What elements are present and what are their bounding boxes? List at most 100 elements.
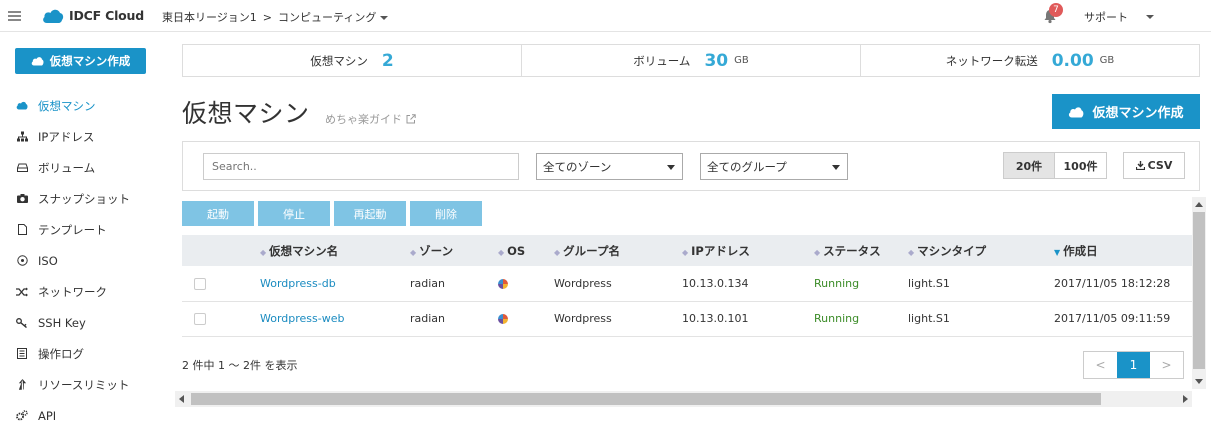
scroll-right-arrow-icon[interactable] bbox=[1183, 395, 1188, 403]
vm-name-link[interactable]: Wordpress-web bbox=[260, 301, 410, 336]
sidebar-item-vm[interactable]: 仮想マシン bbox=[0, 90, 160, 121]
filter-bar: 全てのゾーン 全てのグループ 20件 100件 CSV bbox=[182, 141, 1200, 191]
sitemap-icon bbox=[16, 131, 28, 143]
pagination: < 1 > bbox=[1083, 351, 1184, 379]
summary-network: ネットワーク転送 0.00 GB bbox=[861, 45, 1199, 76]
vm-group: Wordpress bbox=[554, 276, 612, 290]
hamburger-menu-icon[interactable] bbox=[8, 11, 21, 21]
vertical-scrollbar[interactable] bbox=[1192, 197, 1206, 389]
restart-button[interactable]: 再起動 bbox=[334, 201, 406, 226]
sidebar-item-label: SSH Key bbox=[38, 315, 86, 330]
vm-zone: radian bbox=[410, 312, 446, 325]
sidebar-item-template[interactable]: テンプレート bbox=[0, 214, 160, 245]
summary-volume-value: 30 bbox=[704, 50, 729, 71]
service-dropdown[interactable]: コンピューティング bbox=[278, 9, 389, 25]
vm-type: light.S1 bbox=[908, 276, 950, 290]
sort-icon: ◆ bbox=[554, 247, 561, 257]
sidebar-item-volume[interactable]: ボリューム bbox=[0, 152, 160, 183]
page-size-100-button[interactable]: 100件 bbox=[1055, 153, 1106, 178]
vm-status: Running bbox=[814, 276, 860, 290]
sidebar-item-log[interactable]: 操作ログ bbox=[0, 338, 160, 369]
page-size-toggle: 20件 100件 bbox=[1003, 152, 1107, 179]
header-label: 仮想マシン名 bbox=[269, 243, 339, 258]
horizontal-scrollbar[interactable] bbox=[175, 391, 1192, 407]
pager-page-1[interactable]: 1 bbox=[1117, 352, 1150, 378]
cloud-icon bbox=[31, 57, 44, 66]
sidebar-item-label: ネットワーク bbox=[38, 284, 107, 299]
cloud-icon bbox=[1069, 106, 1084, 117]
camera-icon bbox=[16, 193, 28, 205]
scrollbar-thumb[interactable] bbox=[1193, 212, 1205, 369]
chevron-down-icon bbox=[1146, 15, 1154, 19]
start-button[interactable]: 起動 bbox=[182, 201, 254, 226]
select-all-header bbox=[182, 235, 260, 266]
sidebar-create-vm-label: 仮想マシン作成 bbox=[49, 54, 131, 68]
sort-created-header[interactable]: ▼ 作成日 bbox=[1054, 235, 1192, 266]
stop-button[interactable]: 停止 bbox=[258, 201, 330, 226]
sidebar-item-resource-limit[interactable]: リソースリミット bbox=[0, 369, 160, 400]
header-label: OS bbox=[507, 243, 526, 258]
sidebar-item-network[interactable]: ネットワーク bbox=[0, 276, 160, 307]
sort-zone-header[interactable]: ◆ ゾーン bbox=[410, 235, 498, 266]
pager-next-button[interactable]: > bbox=[1150, 352, 1183, 378]
scrollbar-thumb[interactable] bbox=[191, 393, 1101, 405]
zone-select[interactable]: 全てのゾーン bbox=[536, 153, 683, 180]
sidebar-item-sshkey[interactable]: SSH Key bbox=[0, 307, 160, 338]
breadcrumb: 東日本リージョン1 > コンピューティング bbox=[162, 9, 389, 25]
sort-name-header[interactable]: ◆ 仮想マシン名 bbox=[260, 235, 410, 266]
scroll-left-arrow-icon[interactable] bbox=[179, 395, 184, 403]
sidebar-item-ip[interactable]: IPアドレス bbox=[0, 121, 160, 152]
download-icon bbox=[1135, 161, 1145, 170]
vm-status: Running bbox=[814, 312, 860, 325]
guide-link[interactable]: めちゃ楽ガイド bbox=[325, 111, 416, 127]
row-checkbox[interactable] bbox=[194, 277, 206, 290]
breadcrumb-separator: > bbox=[262, 10, 272, 24]
table-row[interactable]: Wordpress-db radian Wordpress 10.13.0.13… bbox=[182, 266, 1192, 301]
table-row[interactable]: Wordpress-web radian Wordpress 10.13.0.1… bbox=[182, 301, 1192, 336]
pager-prev-button[interactable]: < bbox=[1084, 352, 1117, 378]
sidebar-create-vm-button[interactable]: 仮想マシン作成 bbox=[15, 48, 146, 74]
header-label: ゾーン bbox=[419, 243, 454, 258]
scroll-down-arrow-icon[interactable] bbox=[1195, 379, 1203, 384]
sidebar-item-label: ISO bbox=[38, 253, 58, 268]
file-icon bbox=[16, 224, 28, 236]
csv-download-button[interactable]: CSV bbox=[1123, 152, 1185, 179]
sidebar-item-api[interactable]: API bbox=[0, 400, 160, 424]
sort-os-header[interactable]: ◆ OS bbox=[498, 235, 554, 266]
group-select[interactable]: 全てのグループ bbox=[700, 153, 848, 180]
search-input[interactable] bbox=[203, 153, 519, 180]
row-checkbox[interactable] bbox=[194, 313, 206, 325]
sort-status-header[interactable]: ◆ ステータス bbox=[814, 235, 908, 266]
summary-volume: ボリューム 30 GB bbox=[522, 45, 861, 76]
header-label: マシンタイプ bbox=[917, 243, 987, 258]
sort-ip-header[interactable]: ◆ IPアドレス bbox=[682, 235, 814, 266]
summary-network-label: ネットワーク転送 bbox=[945, 53, 1038, 68]
table-header-row: ◆ 仮想マシン名 ◆ ゾーン ◆ OS ◆ グループ名 ◆ IPアドレス ◆ ステータス ◆… bbox=[182, 235, 1192, 266]
vm-type: light.S1 bbox=[908, 312, 950, 325]
disc-icon bbox=[16, 255, 28, 267]
scroll-up-arrow-icon[interactable] bbox=[1195, 202, 1203, 207]
support-label: サポート bbox=[1084, 11, 1128, 24]
summary-network-value: 0.00 bbox=[1051, 50, 1094, 71]
logo[interactable]: IDCF Cloud bbox=[42, 7, 144, 24]
sort-icon: ◆ bbox=[410, 247, 417, 257]
page-size-20-button[interactable]: 20件 bbox=[1004, 153, 1055, 178]
summary-network-unit: GB bbox=[1099, 55, 1115, 66]
vm-created: 2017/11/05 18:12:28 bbox=[1054, 276, 1171, 290]
chevron-down-icon bbox=[832, 165, 840, 170]
delete-button[interactable]: 削除 bbox=[410, 201, 482, 226]
summary-vm: 仮想マシン 2 bbox=[183, 45, 522, 76]
region-link[interactable]: 東日本リージョン1 bbox=[162, 9, 257, 25]
vm-ip: 10.13.0.134 bbox=[682, 276, 749, 290]
sidebar-item-iso[interactable]: ISO bbox=[0, 245, 160, 276]
logo-text: IDCF Cloud bbox=[69, 8, 144, 23]
sort-group-header[interactable]: ◆ グループ名 bbox=[554, 235, 682, 266]
os-cell bbox=[498, 266, 554, 301]
vm-name-link[interactable]: Wordpress-db bbox=[260, 266, 410, 301]
support-dropdown[interactable]: サポート bbox=[1084, 9, 1154, 25]
os-logo-icon bbox=[498, 278, 508, 289]
sort-type-header[interactable]: ◆ マシンタイプ bbox=[908, 235, 1054, 266]
sidebar-item-snapshot[interactable]: スナップショット bbox=[0, 183, 160, 214]
sidebar-nav: 仮想マシン IPアドレス ボリューム スナップショット テンプレート ISO ネ… bbox=[0, 90, 160, 424]
create-vm-button[interactable]: 仮想マシン作成 bbox=[1052, 94, 1200, 129]
